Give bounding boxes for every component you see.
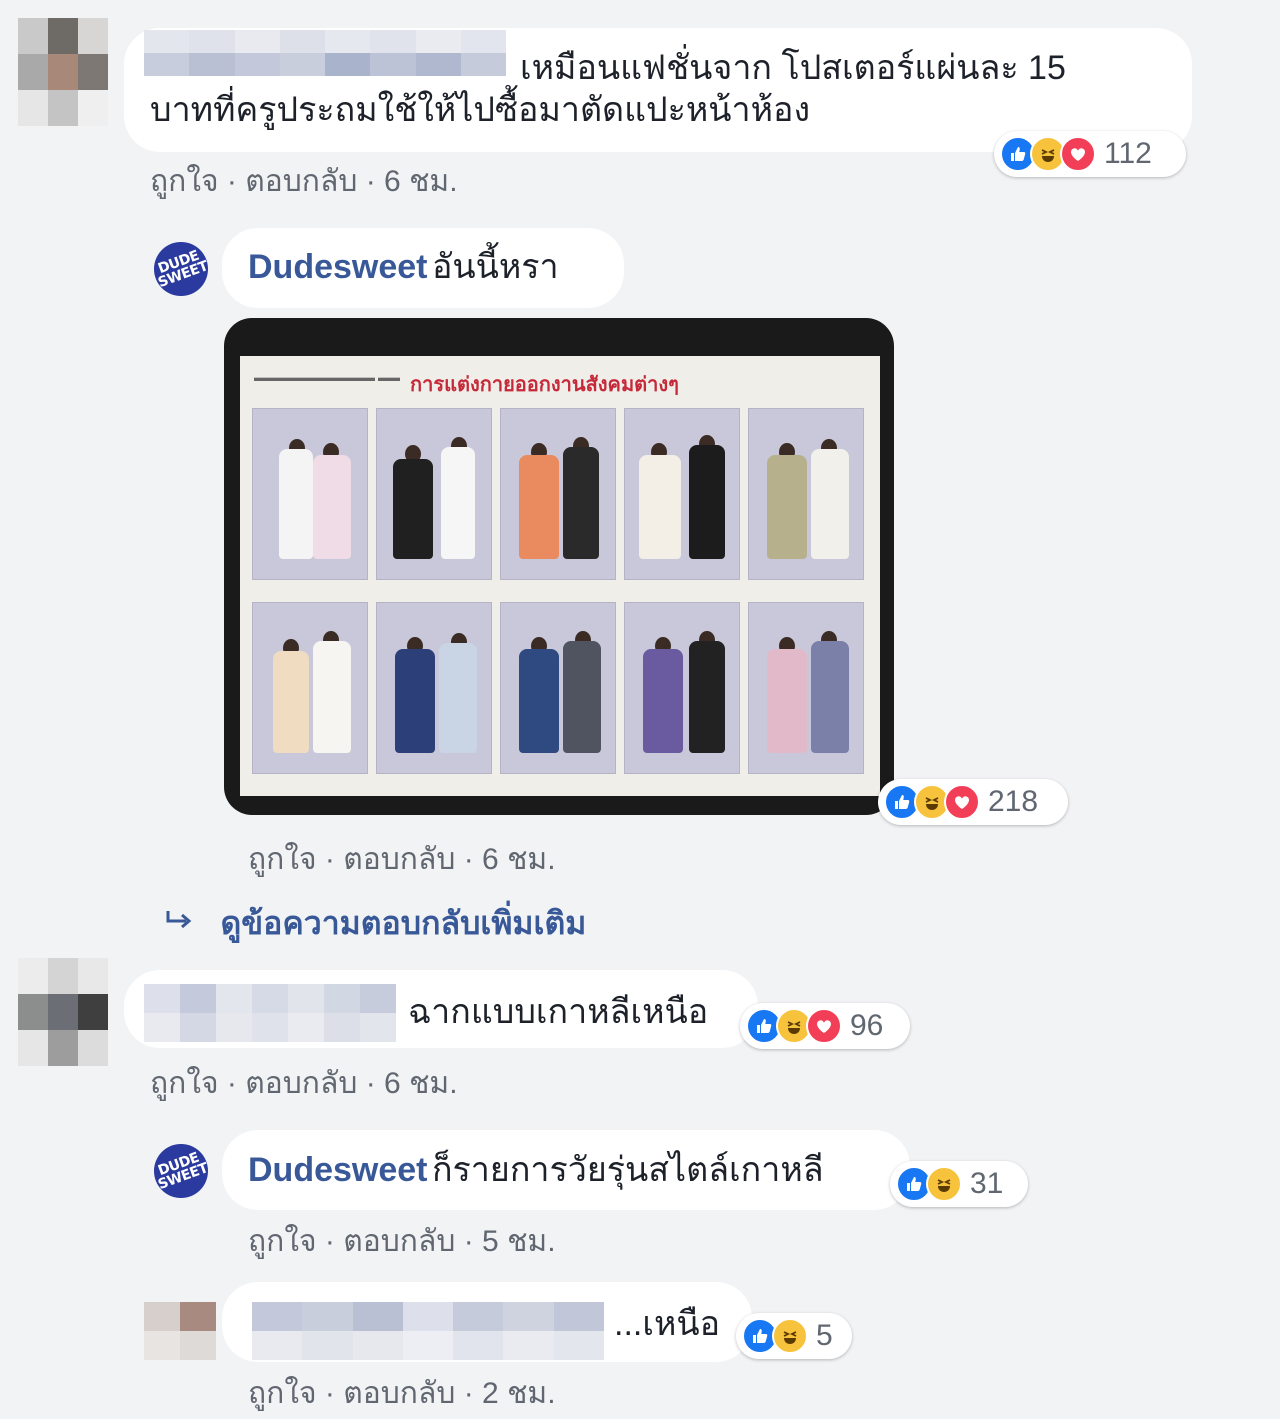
avatar[interactable] <box>144 1302 216 1360</box>
attached-photo[interactable]: ▬▬▬▬▬▬▬▬▬▬▬ ▬▬ การแต่งกายออกงานสังคมต่าง… <box>224 318 894 815</box>
separator-dot: · <box>226 165 246 198</box>
reaction-count: 218 <box>988 785 1039 818</box>
separator-dot: · <box>365 165 385 198</box>
comment-text: ฉากแบบเกาหลีเหนือ <box>408 993 709 1031</box>
comment-bubble: ฉากแบบเกาหลีเหนือ <box>124 970 758 1048</box>
view-more-replies-label: ดูข้อความตอบกลับเพิ่มเติม <box>220 905 587 941</box>
like-link[interactable]: ถูกใจ <box>150 1067 219 1100</box>
separator-dot: · <box>226 1067 246 1100</box>
separator-dot: · <box>365 1067 385 1100</box>
reply-arrow-icon <box>164 909 194 938</box>
poster-panel <box>500 602 616 774</box>
poster-panel <box>500 408 616 580</box>
timestamp[interactable]: 2 ชม. <box>482 1377 556 1410</box>
comment-actions: ถูกใจ · ตอบกลับ · 5 ชม. <box>248 1218 556 1265</box>
separator-dot: · <box>324 843 344 876</box>
reply-link[interactable]: ตอบกลับ <box>343 843 455 876</box>
avatar[interactable] <box>18 958 108 1066</box>
poster-title: การแต่งกายออกงานสังคมต่างๆ <box>410 374 679 396</box>
comment-bubble: ...เหนือ <box>222 1282 752 1362</box>
love-icon <box>944 784 980 820</box>
comment-bubble: Dudesweet ก็รายการวัยรุ่นสไตล์เกาหลี <box>222 1130 910 1210</box>
comment-actions: ถูกใจ · ตอบกลับ · 6 ชม. <box>248 836 556 883</box>
separator-dot: · <box>463 1377 483 1410</box>
avatar-text: DUDE SWEET <box>156 247 208 292</box>
blurred-author-name[interactable] <box>252 1302 604 1360</box>
like-link[interactable]: ถูกใจ <box>248 1225 317 1258</box>
haha-icon <box>926 1166 962 1202</box>
reaction-summary[interactable]: 96 <box>740 1003 910 1049</box>
reply-link[interactable]: ตอบกลับ <box>245 165 357 198</box>
poster-sheet: ▬▬▬▬▬▬▬▬▬▬▬ ▬▬ การแต่งกายออกงานสังคมต่าง… <box>240 356 880 796</box>
comment-actions: ถูกใจ · ตอบกลับ · 2 ชม. <box>248 1370 556 1417</box>
separator-dot: · <box>324 1377 344 1410</box>
comment-text-line2: บาทที่ครูประถมใช้ให้ไปซื้อมาตัดแปะหน้าห้… <box>150 91 811 129</box>
timestamp[interactable]: 5 ชม. <box>482 1225 556 1258</box>
comment-actions: ถูกใจ · ตอบกลับ · 6 ชม. <box>150 1060 458 1107</box>
comment-text-line1: เหมือนแฟชั่นจาก โปสเตอร์แผ่นละ 15 <box>520 49 1066 87</box>
comment-text: ก็รายการวัยรุ่นสไตล์เกาหลี <box>431 1151 824 1189</box>
haha-icon <box>772 1318 808 1354</box>
blurred-author-name[interactable] <box>144 30 506 76</box>
poster-panel <box>252 408 368 580</box>
love-icon <box>806 1008 842 1044</box>
reaction-summary[interactable]: 218 <box>878 779 1068 825</box>
avatar[interactable]: DUDE SWEET <box>154 1144 208 1198</box>
separator-dot: · <box>463 1225 483 1258</box>
reaction-count: 31 <box>970 1167 1004 1200</box>
comment-content: Dudesweet อันนี้หรา <box>248 247 559 287</box>
poster-panel <box>624 408 740 580</box>
timestamp[interactable]: 6 ชม. <box>384 165 458 198</box>
comment-bubble: Dudesweet อันนี้หรา <box>222 228 624 308</box>
separator-dot: · <box>463 843 483 876</box>
avatar-text: DUDE SWEET <box>156 1149 208 1194</box>
blurred-author-name[interactable] <box>144 984 396 1042</box>
comment-content: Dudesweet ก็รายการวัยรุ่นสไตล์เกาหลี <box>248 1150 824 1190</box>
view-more-replies-link[interactable]: ดูข้อความตอบกลับเพิ่มเติม <box>164 898 586 949</box>
like-link[interactable]: ถูกใจ <box>248 1377 317 1410</box>
poster-panel <box>748 602 864 774</box>
poster-panel <box>376 408 492 580</box>
poster-panel <box>624 602 740 774</box>
separator-dot: · <box>324 1225 344 1258</box>
avatar[interactable] <box>18 18 108 126</box>
reply-link[interactable]: ตอบกลับ <box>343 1377 455 1410</box>
love-icon <box>1060 136 1096 172</box>
reaction-summary[interactable]: 5 <box>736 1313 852 1359</box>
reaction-count: 112 <box>1104 137 1152 170</box>
poster-panel <box>376 602 492 774</box>
like-link[interactable]: ถูกใจ <box>150 165 219 198</box>
comment-text: อันนี้หรา <box>431 248 559 286</box>
timestamp[interactable]: 6 ชม. <box>384 1067 458 1100</box>
poster-subtitle-decoration: ▬▬▬▬▬▬▬▬▬▬▬ ▬▬ <box>254 372 401 384</box>
author-name[interactable]: Dudesweet <box>248 1151 428 1189</box>
like-link[interactable]: ถูกใจ <box>248 843 317 876</box>
reaction-summary[interactable]: 31 <box>890 1161 1028 1207</box>
reaction-summary[interactable]: 112 <box>994 131 1186 177</box>
poster-panel <box>252 602 368 774</box>
reaction-count: 5 <box>816 1319 833 1352</box>
avatar[interactable]: DUDE SWEET <box>154 242 208 296</box>
comment-text: ...เหนือ <box>614 1305 721 1343</box>
author-name[interactable]: Dudesweet <box>248 248 428 286</box>
reply-link[interactable]: ตอบกลับ <box>245 1067 357 1100</box>
reaction-count: 96 <box>850 1009 884 1042</box>
comment-actions: ถูกใจ · ตอบกลับ · 6 ชม. <box>150 158 458 205</box>
poster-panel <box>748 408 864 580</box>
reply-link[interactable]: ตอบกลับ <box>343 1225 455 1258</box>
timestamp[interactable]: 6 ชม. <box>482 843 556 876</box>
